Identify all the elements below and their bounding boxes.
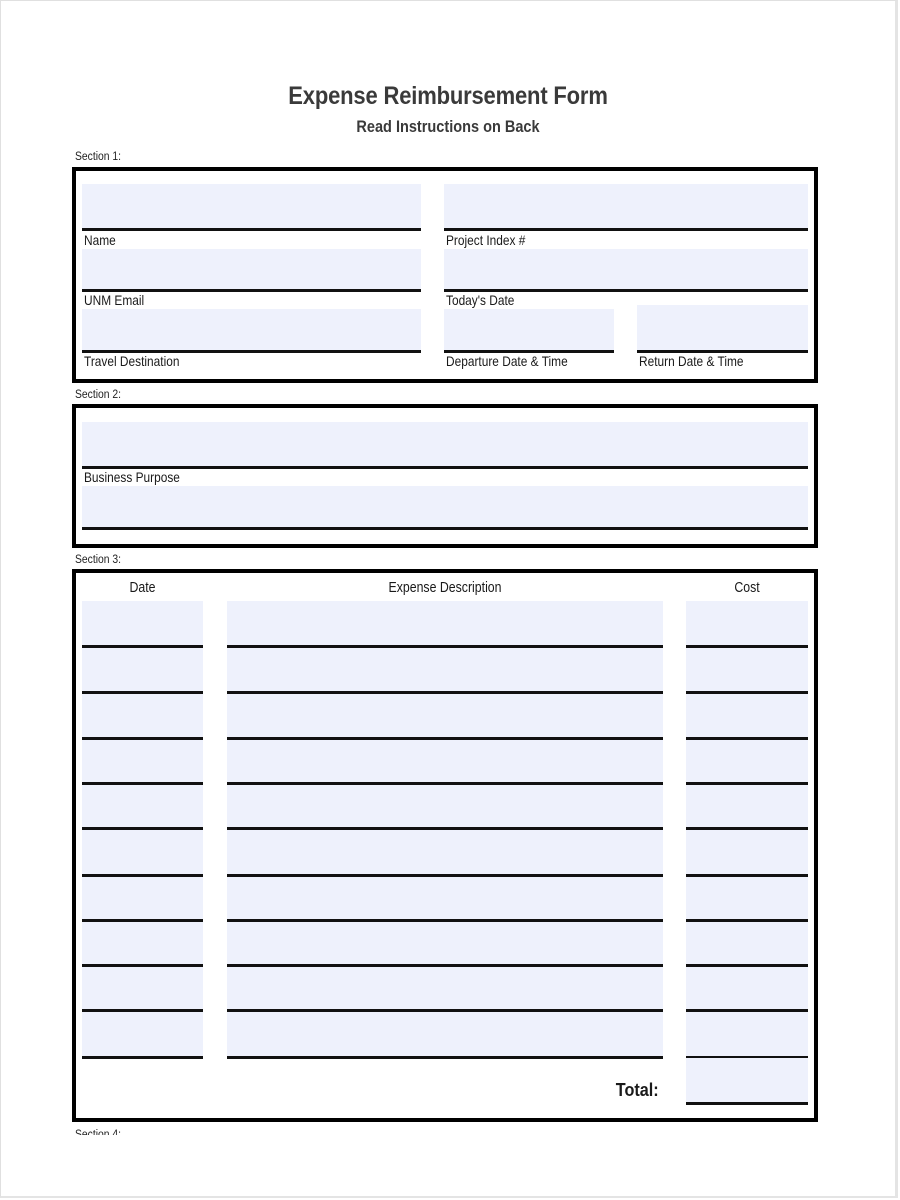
column-header-date: Date [129,580,156,596]
description-cell[interactable] [227,648,663,694]
return-label: Return Date & Time [639,353,744,369]
date-cell[interactable] [82,830,203,877]
date-cell[interactable] [82,694,203,740]
cost-cell[interactable] [686,785,808,830]
date-cell[interactable] [82,967,203,1012]
cost-cell[interactable] [686,1012,808,1059]
unm-email-label: UNM Email [84,292,145,308]
column-header-cost: Cost [734,580,760,596]
form-title: Expense Reimbursement Form [288,82,608,110]
description-cell[interactable] [227,785,663,830]
date-cell[interactable] [82,1012,203,1059]
cost-cell[interactable] [686,601,808,648]
description-cell[interactable] [227,1012,663,1059]
business-purpose-continued-field[interactable] [82,486,808,530]
description-cell[interactable] [227,830,663,877]
section-4-label: Section 4: [75,1129,122,1135]
departure-label: Departure Date & Time [446,353,568,369]
description-cell[interactable] [227,922,663,967]
return-field[interactable] [637,305,808,353]
cost-cell[interactable] [686,967,808,1012]
cost-cell[interactable] [686,830,808,877]
section-3-label: Section 3: [75,554,122,566]
cost-cell[interactable] [686,648,808,694]
section-1-label: Section 1: [75,151,122,163]
column-header-description: Expense Description [388,580,502,596]
travel-destination-field[interactable] [82,309,421,353]
date-cell[interactable] [82,922,203,967]
todays-date-field[interactable] [444,249,808,292]
date-cell[interactable] [82,877,203,922]
description-cell[interactable] [227,967,663,1012]
date-cell[interactable] [82,785,203,830]
date-cell[interactable] [82,648,203,694]
description-cell[interactable] [227,740,663,785]
unm-email-field[interactable] [82,249,421,292]
form-subtitle: Read Instructions on Back [356,118,540,136]
name-label: Name [84,232,116,248]
total-field[interactable] [686,1058,808,1105]
departure-field[interactable] [444,309,614,353]
business-purpose-field[interactable] [82,422,808,469]
project-index-label: Project Index # [446,232,526,248]
total-label: Total: [616,1080,659,1100]
business-purpose-label: Business Purpose [84,469,180,485]
description-cell[interactable] [227,877,663,922]
description-cell[interactable] [227,601,663,648]
cost-cell[interactable] [686,740,808,785]
description-cell[interactable] [227,694,663,740]
project-index-field[interactable] [444,184,808,231]
cost-cell[interactable] [686,877,808,922]
date-cell[interactable] [82,601,203,648]
cost-cell[interactable] [686,694,808,740]
name-field[interactable] [82,184,421,231]
date-cell[interactable] [82,740,203,785]
travel-destination-label: Travel Destination [84,353,180,369]
todays-date-label: Today's Date [446,292,515,308]
section-2-label: Section 2: [75,389,122,401]
cost-cell[interactable] [686,922,808,967]
